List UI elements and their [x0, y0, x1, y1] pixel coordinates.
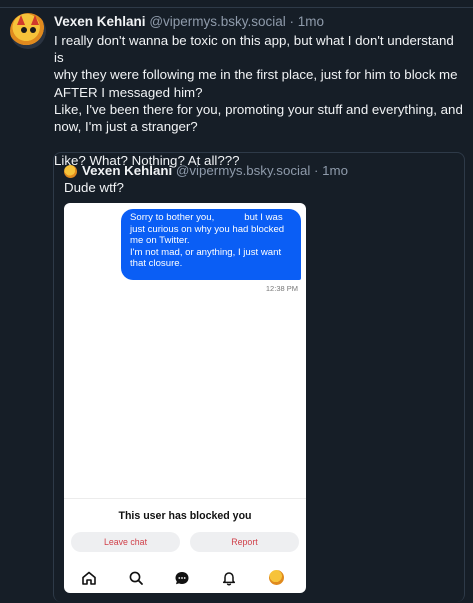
quote-author-avatar[interactable]: [64, 165, 77, 178]
quote-time[interactable]: 1mo: [322, 163, 348, 178]
avatar-horn-left: [17, 15, 25, 25]
post-line: Like, I've been there for you, promoting…: [54, 101, 463, 117]
post-line: why they were following me in the first …: [54, 67, 458, 83]
embedded-screenshot[interactable]: Sorry to bother you, but I was just curio…: [64, 203, 306, 593]
profile-avatar: [269, 570, 284, 585]
chat-icon: [174, 570, 190, 586]
leave-chat-button: Leave chat: [71, 532, 180, 552]
meta-separator: ·: [285, 14, 298, 29]
app-bottom-nav: [64, 563, 306, 593]
post-header: Vexen Kehlani @vipermys.bsky.social · 1m…: [54, 13, 324, 31]
quote-meta-separator: ·: [310, 163, 323, 178]
author-handle[interactable]: @vipermys.bsky.social: [149, 14, 285, 29]
home-icon: [81, 570, 97, 586]
blocked-divider: [64, 498, 306, 499]
bell-icon: [221, 570, 237, 586]
avatar-eye-right: [30, 27, 36, 33]
post-line: I really don't wanna be toxic on this ap…: [54, 33, 454, 66]
post-body: I really don't wanna be toxic on this ap…: [54, 32, 464, 170]
search-icon: [128, 570, 144, 586]
report-button: Report: [190, 532, 299, 552]
message-part: Sorry to bother you,: [130, 212, 215, 223]
quote-author-name[interactable]: Vexen Kehlani: [82, 163, 172, 178]
message-bubble: Sorry to bother you, but I was just curio…: [121, 209, 301, 280]
post-line: AFTER I messaged him?: [54, 84, 203, 100]
top-divider: [0, 0, 473, 8]
post-time[interactable]: 1mo: [298, 14, 324, 29]
quote-author-handle[interactable]: @vipermys.bsky.social: [176, 163, 310, 178]
post-line: now, I'm just a stranger?: [54, 119, 198, 135]
blocked-notice: This user has blocked you: [118, 510, 252, 522]
quote-text: Dude wtf?: [64, 180, 124, 195]
message-part: I'm not mad, or anything, I just want th…: [130, 246, 282, 270]
author-name[interactable]: Vexen Kehlani: [54, 14, 146, 29]
message-time: 12:38 PM: [265, 284, 298, 293]
avatar-eye-left: [21, 27, 27, 33]
quoted-post[interactable]: Vexen Kehlani @vipermys.bsky.social · 1m…: [53, 152, 465, 602]
author-avatar[interactable]: [10, 13, 46, 49]
quote-header: Vexen Kehlani @vipermys.bsky.social · 1m…: [82, 162, 348, 180]
avatar-horn-right: [31, 15, 39, 25]
